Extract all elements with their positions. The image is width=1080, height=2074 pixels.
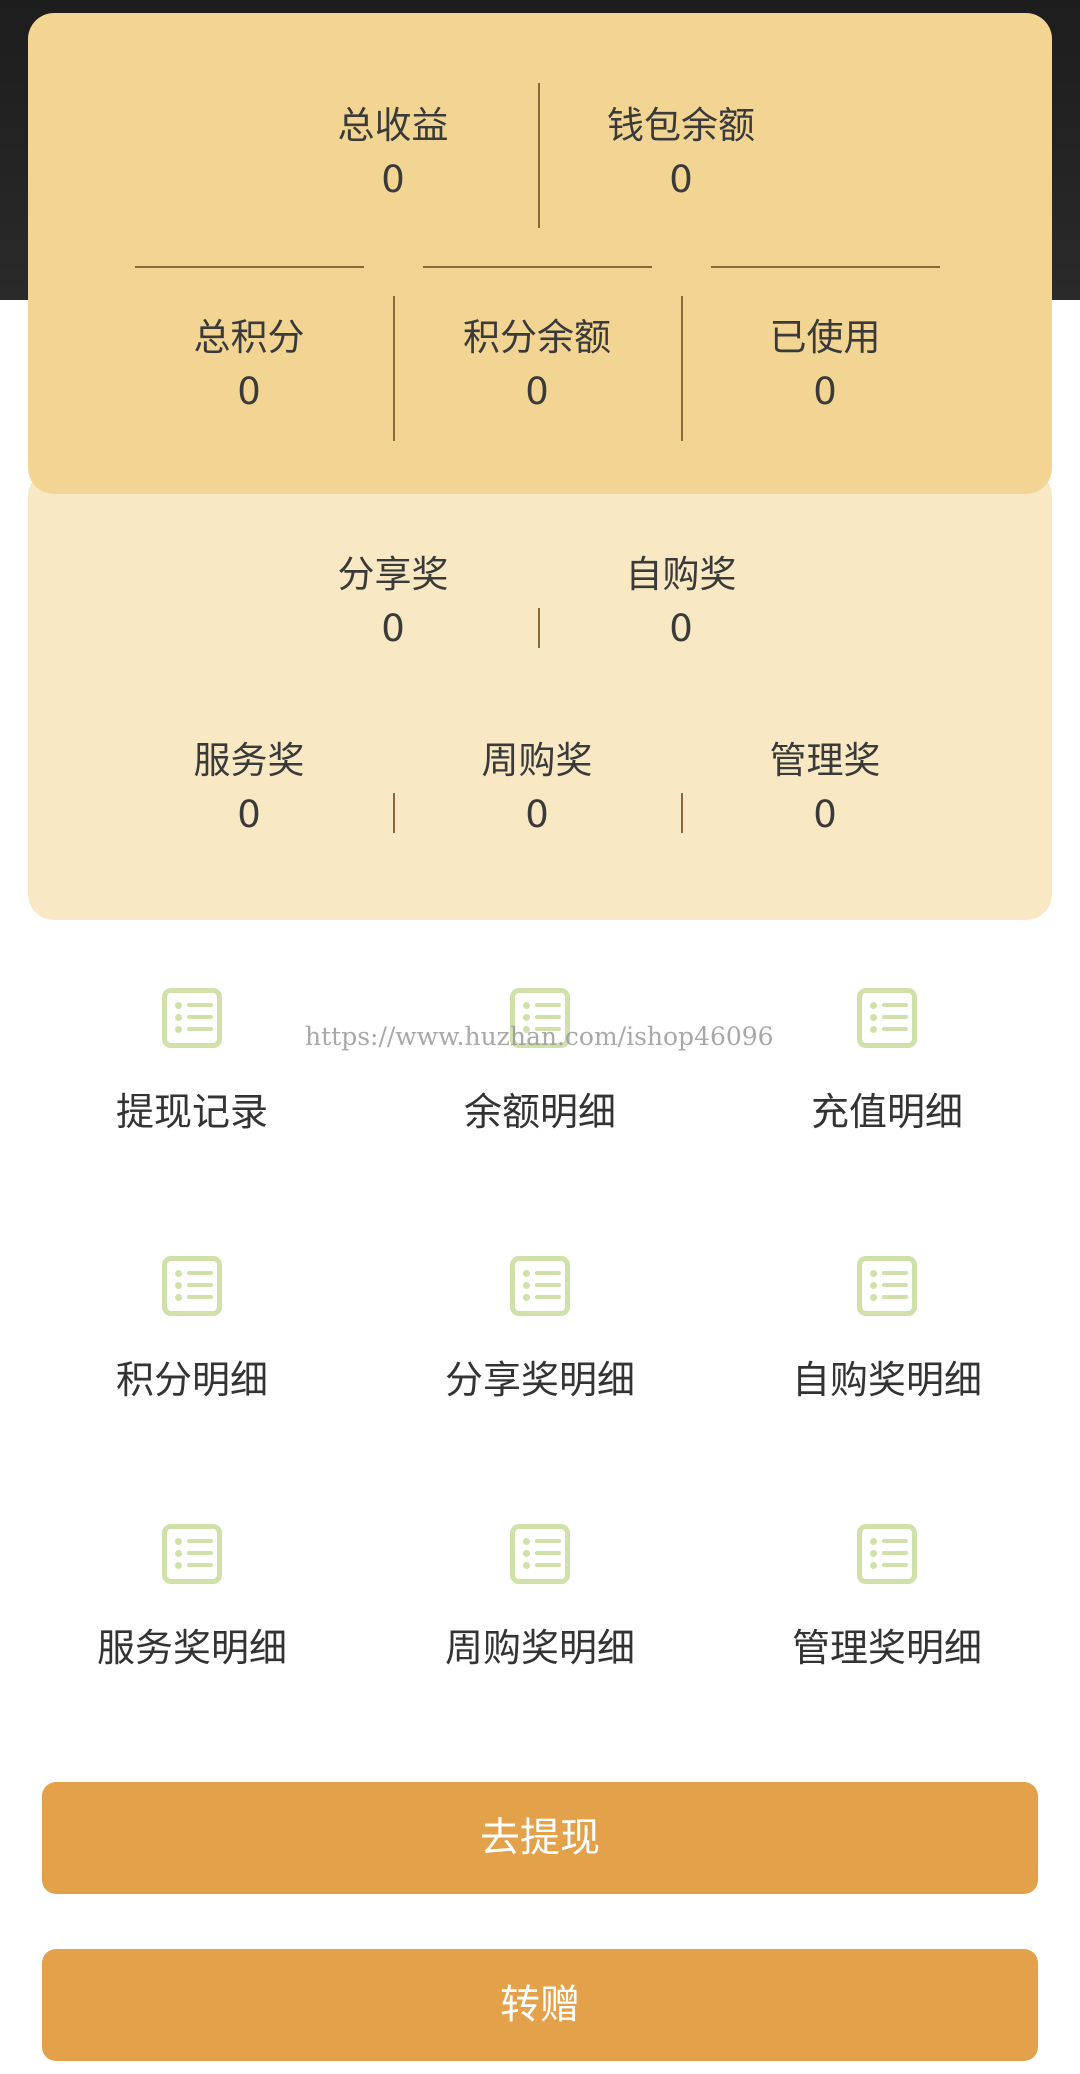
- list-icon: [857, 1256, 917, 1316]
- stat-share-reward[interactable]: 分享奖 0: [273, 550, 513, 658]
- stat-value: 0: [381, 607, 405, 650]
- divider: [538, 83, 540, 228]
- list-icon: [162, 1524, 222, 1584]
- stat-label: 钱包余额: [607, 104, 755, 147]
- stat-points-balance[interactable]: 积分余额 0: [417, 313, 657, 421]
- divider: [538, 608, 540, 648]
- stat-label: 总收益: [337, 104, 449, 147]
- stat-label: 已使用: [769, 316, 881, 359]
- stat-value: 0: [525, 370, 549, 413]
- list-icon: [857, 988, 917, 1048]
- menu-item-label: 积分明细: [115, 1358, 268, 1402]
- divider: [681, 296, 683, 441]
- rewards-summary-card: 分享奖 0 自购奖 0 服务奖 0 周购奖 0 管理奖 0: [28, 470, 1052, 920]
- list-icon: [162, 988, 222, 1048]
- stat-weekly-purchase-reward[interactable]: 周购奖 0: [417, 736, 657, 844]
- stat-value: 0: [237, 370, 261, 413]
- divider: [135, 266, 364, 268]
- stat-management-reward[interactable]: 管理奖 0: [705, 736, 945, 844]
- menu-item[interactable]: 余额明细: [390, 988, 690, 1188]
- list-icon: [510, 1256, 570, 1316]
- menu-item[interactable]: 周购奖明细: [390, 1524, 690, 1724]
- menu-item-label: 余额明细: [463, 1090, 616, 1134]
- stat-value: 0: [525, 793, 549, 836]
- stat-service-reward[interactable]: 服务奖 0: [129, 736, 369, 844]
- menu-item-label: 管理奖明细: [791, 1626, 982, 1670]
- withdraw-button[interactable]: 去提现: [42, 1782, 1038, 1894]
- stat-label: 周购奖: [481, 739, 593, 782]
- stat-label: 总积分: [193, 316, 305, 359]
- menu-item-label: 服务奖明细: [96, 1626, 287, 1670]
- stat-value: 0: [381, 158, 405, 201]
- stat-wallet-balance[interactable]: 钱包余额 0: [561, 101, 801, 209]
- stat-label: 积分余额: [463, 316, 611, 359]
- stat-label: 管理奖: [769, 739, 881, 782]
- divider: [393, 793, 395, 833]
- stat-value: 0: [813, 793, 837, 836]
- menu-item-label: 充值明细: [810, 1090, 963, 1134]
- menu-item[interactable]: 管理奖明细: [737, 1524, 1037, 1724]
- menu-item[interactable]: 服务奖明细: [42, 1524, 342, 1724]
- watermark-text: https://www.huzhan.com/ishop46096: [305, 1022, 774, 1051]
- menu-item-label: 自购奖明细: [791, 1358, 982, 1402]
- menu-item[interactable]: 充值明细: [737, 988, 1037, 1188]
- divider: [393, 296, 395, 441]
- stat-value: 0: [237, 793, 261, 836]
- transfer-button[interactable]: 转赠: [42, 1949, 1038, 2061]
- list-icon: [162, 1256, 222, 1316]
- divider: [711, 266, 940, 268]
- stat-value: 0: [669, 158, 693, 201]
- stat-label: 服务奖: [193, 739, 305, 782]
- divider: [681, 793, 683, 833]
- list-icon: [510, 1524, 570, 1584]
- menu-item[interactable]: 积分明细: [42, 1256, 342, 1456]
- stat-total-income[interactable]: 总收益 0: [273, 101, 513, 209]
- menu-item[interactable]: 分享奖明细: [390, 1256, 690, 1456]
- list-icon: [857, 1524, 917, 1584]
- divider: [423, 266, 652, 268]
- asset-summary-card: 总收益 0 钱包余额 0 总积分 0 积分余额 0 已使用 0: [28, 13, 1052, 494]
- menu-item[interactable]: 自购奖明细: [737, 1256, 1037, 1456]
- stat-self-purchase-reward[interactable]: 自购奖 0: [561, 550, 801, 658]
- menu-item-label: 分享奖明细: [444, 1358, 635, 1402]
- menu-item[interactable]: 提现记录: [42, 988, 342, 1188]
- stat-used[interactable]: 已使用 0: [705, 313, 945, 421]
- stat-value: 0: [813, 370, 837, 413]
- stat-total-points[interactable]: 总积分 0: [129, 313, 369, 421]
- menu-item-label: 周购奖明细: [444, 1626, 635, 1670]
- stat-label: 自购奖: [625, 553, 737, 596]
- stat-label: 分享奖: [337, 553, 449, 596]
- stat-value: 0: [669, 607, 693, 650]
- menu-item-label: 提现记录: [115, 1090, 268, 1134]
